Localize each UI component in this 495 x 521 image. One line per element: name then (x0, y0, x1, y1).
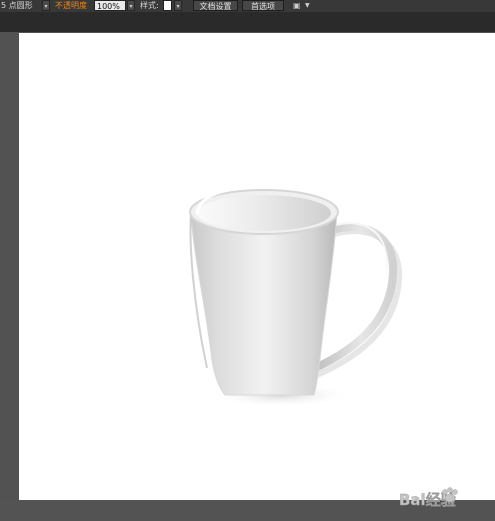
control-bar: 5 点圆形 ▾ 不透明度 100% ▾ 样式: ▾ 文档设置 首选项 ▣ ▼ (0, 0, 495, 12)
artboard[interactable]: Bai经验 (19, 33, 495, 509)
chevron-down-icon[interactable]: ▼ (305, 0, 313, 11)
coffee-mug-illustration[interactable] (169, 183, 409, 413)
style-dropdown-icon[interactable]: ▾ (174, 0, 182, 11)
document-setup-button[interactable]: 文档设置 (193, 0, 238, 11)
brush-shape-dropdown-icon[interactable]: ▾ (42, 0, 50, 11)
brush-shape-select[interactable]: 5 点圆形 (0, 0, 34, 11)
document-tab-strip (0, 12, 495, 32)
opacity-dropdown-icon[interactable]: ▾ (127, 0, 135, 11)
style-swatch[interactable] (163, 0, 172, 11)
baidu-jingyan-watermark: Bai经验 (397, 481, 495, 521)
arrange-documents-icon[interactable]: ▣ (293, 0, 302, 11)
preferences-button[interactable]: 首选项 (242, 0, 284, 11)
opacity-input[interactable]: 100% (94, 0, 126, 11)
opacity-label[interactable]: 不透明度 (55, 0, 87, 11)
style-label: 样式: (140, 1, 159, 10)
